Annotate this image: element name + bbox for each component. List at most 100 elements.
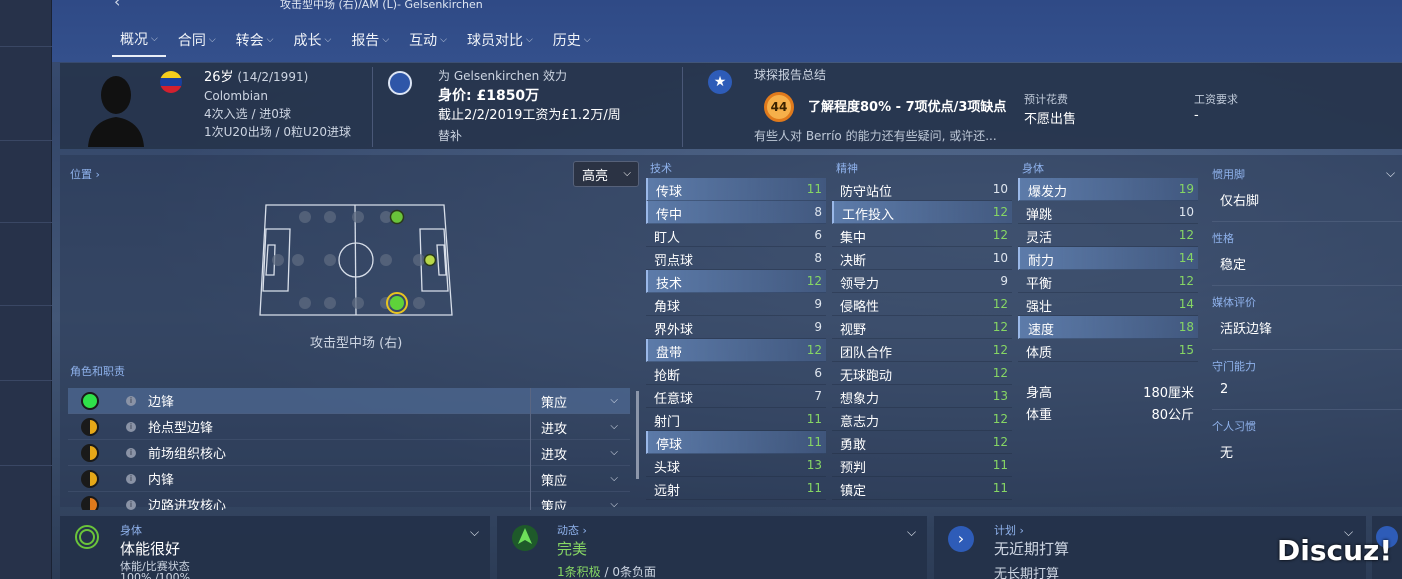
chevron-down-icon[interactable]: ⌵: [470, 525, 479, 540]
scout-note: 有些人对 Berrío 的能力还有些疑问, 或许还...: [754, 129, 997, 143]
attribute-row[interactable]: 想象力 13: [832, 385, 1012, 408]
contract-info: 截止2/2/2019工资为£1.2万/周: [438, 108, 621, 123]
attribute-row[interactable]: 弹跳 10: [1018, 201, 1198, 224]
attribute-value: 6: [814, 366, 822, 380]
fee-label: 预计花费: [1024, 93, 1068, 106]
plans-label[interactable]: 计划 ›: [994, 522, 1024, 538]
list-item[interactable]: i 边锋 策应 ⌵: [68, 388, 630, 414]
attribute-value: 12: [992, 366, 1008, 380]
info-icon[interactable]: i: [126, 499, 136, 510]
attribute-row[interactable]: 勇敢 12: [832, 431, 1012, 454]
attribute-row[interactable]: 界外球 9: [646, 316, 826, 339]
attribute-row[interactable]: 侵略性 12: [832, 293, 1012, 316]
attribute-row[interactable]: 视野 12: [832, 316, 1012, 339]
attribute-name: 头球: [654, 461, 681, 476]
duty-dropdown[interactable]: 进攻 ⌵: [530, 413, 630, 440]
tab-compare[interactable]: 球员对比 ⌵: [459, 27, 541, 57]
attribute-row[interactable]: 停球 11: [646, 431, 826, 454]
info-icon[interactable]: i: [126, 447, 136, 458]
player-value: 身价: £1850万: [438, 88, 540, 104]
tab-history[interactable]: 历史 ⌵: [545, 27, 599, 57]
suitability-icon: [81, 443, 99, 462]
attribute-row[interactable]: 角球 9: [646, 293, 826, 316]
attribute-row[interactable]: 爆发力 19: [1018, 178, 1198, 201]
position-title[interactable]: 位置 ›: [70, 166, 100, 182]
info-icon[interactable]: i: [126, 395, 136, 406]
duty-dropdown[interactable]: 策应 ⌵: [530, 465, 630, 492]
info-icon[interactable]: i: [126, 473, 136, 484]
tab-interaction[interactable]: 互动 ⌵: [401, 27, 455, 57]
attribute-row[interactable]: 任意球 7: [646, 385, 826, 408]
morale-label[interactable]: 动态 ›: [557, 522, 587, 538]
attribute-name: 速度: [1028, 323, 1055, 338]
attribute-row[interactable]: 体质 15: [1018, 339, 1198, 362]
attribute-value: 14: [1178, 297, 1194, 311]
suitability-icon: [81, 391, 99, 410]
duty-dropdown[interactable]: 策应 ⌵: [530, 491, 630, 510]
attribute-row[interactable]: 镇定 11: [832, 477, 1012, 500]
attribute-name: 停球: [656, 438, 683, 453]
attribute-row[interactable]: 防守站位 10: [832, 178, 1012, 201]
attribute-row[interactable]: 工作投入 12: [832, 201, 1012, 224]
list-item[interactable]: i 内锋 策应 ⌵: [68, 465, 630, 492]
info-icon[interactable]: i: [126, 421, 136, 432]
attribute-row[interactable]: 头球 13: [646, 454, 826, 477]
club-badge-icon[interactable]: [388, 71, 412, 95]
scrollbar[interactable]: [636, 391, 639, 479]
attribute-row[interactable]: 传中 8: [646, 201, 826, 224]
tab-transfer[interactable]: 转会 ⌵: [228, 27, 282, 57]
attribute-row[interactable]: 团队合作 12: [832, 339, 1012, 362]
attribute-row[interactable]: 盯人 6: [646, 224, 826, 247]
chevron-down-icon: ⌵: [324, 35, 332, 45]
tab-overview[interactable]: 概况 ⌵: [112, 27, 166, 57]
attribute-name: 体质: [1026, 346, 1053, 361]
chevron-down-icon[interactable]: ⌵: [907, 525, 916, 540]
attribute-row[interactable]: 罚点球 8: [646, 247, 826, 270]
attribute-row[interactable]: 远射 11: [646, 477, 826, 500]
attribute-row[interactable]: 耐力 14: [1018, 247, 1198, 270]
tab-reports[interactable]: 报告 ⌵: [343, 27, 397, 57]
attribute-row[interactable]: 决断 10: [832, 247, 1012, 270]
list-item[interactable]: i 前场组织核心 进攻 ⌵: [68, 439, 630, 466]
attribute-row[interactable]: 灵活 12: [1018, 224, 1198, 247]
attribute-value: 10: [992, 182, 1008, 196]
tab-contract[interactable]: 合同 ⌵: [170, 27, 224, 57]
attribute-row[interactable]: 传球 11: [646, 178, 826, 201]
duty-dropdown[interactable]: 策应 ⌵: [530, 388, 630, 414]
pitch-diagram: [259, 204, 453, 316]
chevron-down-icon[interactable]: ⌵: [1386, 166, 1395, 181]
attribute-row[interactable]: 预判 11: [832, 454, 1012, 477]
attribute-name: 预判: [840, 461, 867, 476]
list-item[interactable]: i 边路进攻核心 策应 ⌵: [68, 491, 630, 510]
attribute-row[interactable]: 速度 18: [1018, 316, 1198, 339]
attribute-row[interactable]: 抢断 6: [646, 362, 826, 385]
attribute-row[interactable]: 集中 12: [832, 224, 1012, 247]
attribute-name: 侵略性: [840, 300, 880, 315]
list-item[interactable]: i 抢点型边锋 进攻 ⌵: [68, 413, 630, 440]
tab-development[interactable]: 成长 ⌵: [285, 27, 339, 57]
weight-row: 体重 80公斤: [1018, 404, 1198, 426]
star-icon: ★: [708, 70, 732, 94]
attribute-row[interactable]: 射门 11: [646, 408, 826, 431]
chevron-down-icon: ⌵: [610, 420, 618, 432]
attribute-value: 8: [814, 251, 822, 265]
attribute-row[interactable]: 意志力 12: [832, 408, 1012, 431]
fee-value: 不愿出售: [1024, 112, 1077, 127]
top-bar: ‹ 攻击型中场 (右)/AM (L)- Gelsenkirchen 概况 ⌵ 合同…: [52, 0, 1402, 62]
attribute-row[interactable]: 无球跑动 12: [832, 362, 1012, 385]
attribute-row[interactable]: 盘带 12: [646, 339, 826, 362]
attribute-row[interactable]: 技术 12: [646, 270, 826, 293]
nav-tabs: 概况 ⌵ 合同 ⌵ 转会 ⌵ 成长 ⌵ 报告 ⌵ 互动 ⌵ 球员对比 ⌵ 历史 ⌵: [112, 27, 603, 57]
duty-dropdown[interactable]: 进攻 ⌵: [530, 439, 630, 466]
fitness-label: 身体: [120, 524, 142, 537]
back-arrow-icon[interactable]: ‹: [114, 0, 120, 11]
highlight-dropdown[interactable]: 高亮 ⌵: [573, 161, 639, 187]
fitness-sub2: 100% /100%: [120, 571, 191, 579]
attribute-row[interactable]: 平衡 12: [1018, 270, 1198, 293]
height-row: 身高 180厘米: [1018, 382, 1198, 404]
attribute-value: 12: [992, 205, 1008, 219]
attribute-row[interactable]: 领导力 9: [832, 270, 1012, 293]
attribute-row[interactable]: 强壮 14: [1018, 293, 1198, 316]
roles-title: 角色和职责: [70, 365, 125, 378]
plays-for[interactable]: 为 Gelsenkirchen 效力: [438, 66, 621, 86]
